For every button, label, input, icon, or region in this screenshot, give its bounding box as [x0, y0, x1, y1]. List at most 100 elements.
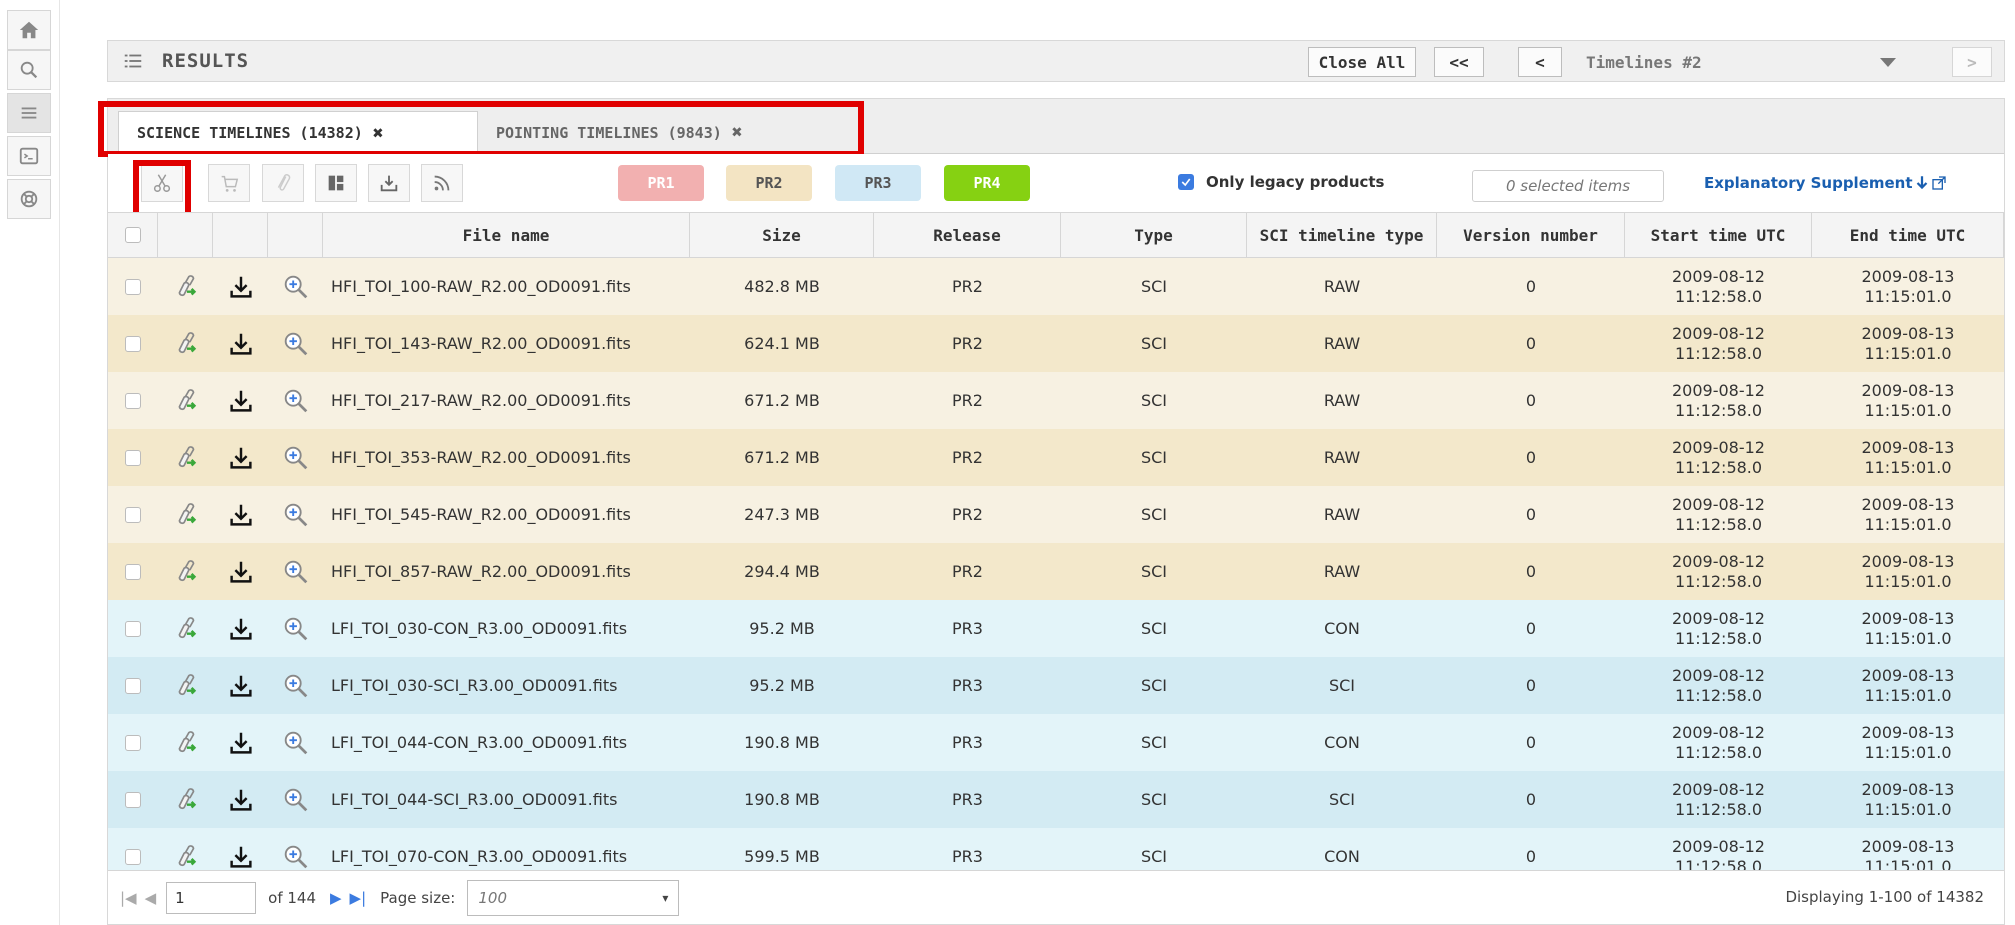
datalink-icon[interactable] [158, 543, 213, 600]
rss-icon[interactable] [421, 164, 463, 202]
download-icon[interactable] [213, 543, 268, 600]
select-all-checkbox[interactable] [124, 227, 141, 243]
header-sci-timeline-type[interactable]: SCI timeline type [1247, 213, 1437, 257]
row-checkbox[interactable] [125, 335, 141, 352]
header-spacer [213, 213, 268, 257]
table-row[interactable]: LFI_TOI_030-CON_R3.00_OD0091.fits 95.2 MB… [108, 600, 2004, 657]
prev-page-icon[interactable]: ◀ [145, 889, 157, 907]
datalink-icon[interactable] [158, 258, 213, 315]
row-checkbox[interactable] [125, 620, 141, 637]
console-icon[interactable] [7, 136, 51, 176]
table-row[interactable]: HFI_TOI_353-RAW_R2.00_OD0091.fits 671.2 M… [108, 429, 2004, 486]
datalink-icon[interactable] [158, 315, 213, 372]
layout-icon[interactable] [315, 164, 357, 202]
page-size-value: 100 [478, 888, 508, 907]
header-type[interactable]: Type [1061, 213, 1247, 257]
row-checkbox[interactable] [125, 506, 141, 523]
header-version-number[interactable]: Version number [1437, 213, 1625, 257]
start-date: 2009-08-12 [1672, 323, 1765, 343]
download-icon[interactable] [213, 372, 268, 429]
version-cell: 0 [1525, 505, 1537, 524]
zoom-in-icon[interactable] [268, 600, 323, 657]
zoom-in-icon[interactable] [268, 315, 323, 372]
type-cell: SCI [1140, 448, 1168, 467]
release-cell: PR2 [952, 562, 983, 581]
header-release[interactable]: Release [874, 213, 1061, 257]
table-row[interactable]: HFI_TOI_217-RAW_R2.00_OD0091.fits 671.2 M… [108, 372, 2004, 429]
zoom-in-icon[interactable] [268, 486, 323, 543]
results-panel: RESULTS Close All << < Timelines #2 > SC… [98, 40, 2005, 925]
start-time: 11:12:58.0 [1674, 685, 1763, 705]
download-icon[interactable] [213, 657, 268, 714]
start-time-cell: 2009-08-12 11:12:58.0 [1625, 258, 1812, 315]
download-icon[interactable] [213, 486, 268, 543]
legacy-products-toggle[interactable]: Only legacy products [1178, 173, 1384, 191]
close-all-button[interactable]: Close All [1308, 47, 1416, 77]
download-tray-icon[interactable] [368, 164, 410, 202]
table-row[interactable]: HFI_TOI_545-RAW_R2.00_OD0091.fits 247.3 M… [108, 486, 2004, 543]
download-icon[interactable] [213, 429, 268, 486]
row-checkbox[interactable] [125, 791, 141, 808]
datalink-icon[interactable] [158, 429, 213, 486]
zoom-in-icon[interactable] [268, 771, 323, 828]
table-row[interactable]: LFI_TOI_044-CON_R3.00_OD0091.fits 190.8 M… [108, 714, 2004, 771]
page-number-input[interactable]: 1 [166, 881, 257, 914]
home-icon[interactable] [7, 10, 51, 50]
datalink-icon[interactable] [158, 657, 213, 714]
last-page-icon[interactable]: ▶| [350, 889, 367, 907]
header-size[interactable]: Size [690, 213, 874, 257]
header-file-name[interactable]: File name [323, 213, 690, 257]
legacy-checkbox[interactable] [1178, 174, 1194, 190]
zoom-in-icon[interactable] [268, 429, 323, 486]
zoom-in-icon[interactable] [268, 714, 323, 771]
datalink-icon[interactable] [158, 372, 213, 429]
zoom-in-icon[interactable] [268, 372, 323, 429]
table-row[interactable]: HFI_TOI_143-RAW_R2.00_OD0091.fits 624.1 M… [108, 315, 2004, 372]
pr1-filter-button[interactable]: PR1 [618, 165, 704, 201]
datalink-icon[interactable] [158, 714, 213, 771]
zoom-in-icon[interactable] [268, 543, 323, 600]
download-icon[interactable] [213, 771, 268, 828]
explanatory-supplement-link[interactable]: Explanatory Supplement [1704, 174, 1947, 192]
download-icon[interactable] [213, 258, 268, 315]
search-icon[interactable] [7, 50, 51, 90]
link-icon[interactable] [262, 164, 304, 202]
download-icon[interactable] [213, 714, 268, 771]
cart-icon[interactable] [208, 164, 250, 202]
datalink-icon[interactable] [158, 600, 213, 657]
zoom-in-icon[interactable] [268, 657, 323, 714]
selected-items-field[interactable]: 0 selected items [1472, 170, 1664, 202]
prev-button[interactable]: < [1518, 47, 1562, 77]
table-row[interactable]: LFI_TOI_030-SCI_R3.00_OD0091.fits 95.2 MB… [108, 657, 2004, 714]
datalink-icon[interactable] [158, 486, 213, 543]
row-checkbox[interactable] [125, 734, 141, 751]
row-checkbox[interactable] [125, 563, 141, 580]
header-spacer [158, 213, 213, 257]
row-checkbox[interactable] [125, 848, 141, 865]
table-row[interactable]: HFI_TOI_857-RAW_R2.00_OD0091.fits 294.4 M… [108, 543, 2004, 600]
row-checkbox[interactable] [125, 677, 141, 694]
pr3-filter-button[interactable]: PR3 [835, 165, 921, 201]
next-page-icon[interactable]: ▶ [330, 889, 342, 907]
row-checkbox[interactable] [125, 392, 141, 409]
row-checkbox[interactable] [125, 449, 141, 466]
page-size-select[interactable]: 100 ▾ [467, 879, 680, 916]
table-row[interactable]: LFI_TOI_044-SCI_R3.00_OD0091.fits 190.8 M… [108, 771, 2004, 828]
download-icon[interactable] [213, 600, 268, 657]
header-end-time[interactable]: End time UTC [1812, 213, 2004, 257]
first-page-icon[interactable]: |◀ [120, 889, 137, 907]
help-icon[interactable] [7, 179, 51, 219]
datalink-icon[interactable] [158, 771, 213, 828]
menu-icon[interactable] [7, 93, 51, 133]
timeline-select[interactable]: Timelines #2 [1572, 47, 1910, 77]
download-icon[interactable] [213, 315, 268, 372]
pr2-filter-button[interactable]: PR2 [726, 165, 812, 201]
first-button[interactable]: << [1434, 47, 1484, 77]
pr4-filter-button[interactable]: PR4 [944, 165, 1030, 201]
table-row[interactable]: HFI_TOI_100-RAW_R2.00_OD0091.fits 482.8 M… [108, 258, 2004, 315]
end-date: 2009-08-13 [1861, 722, 1955, 742]
zoom-in-icon[interactable] [268, 258, 323, 315]
next-button[interactable]: > [1952, 47, 1992, 77]
row-checkbox[interactable] [125, 278, 141, 295]
header-start-time[interactable]: Start time UTC [1625, 213, 1812, 257]
